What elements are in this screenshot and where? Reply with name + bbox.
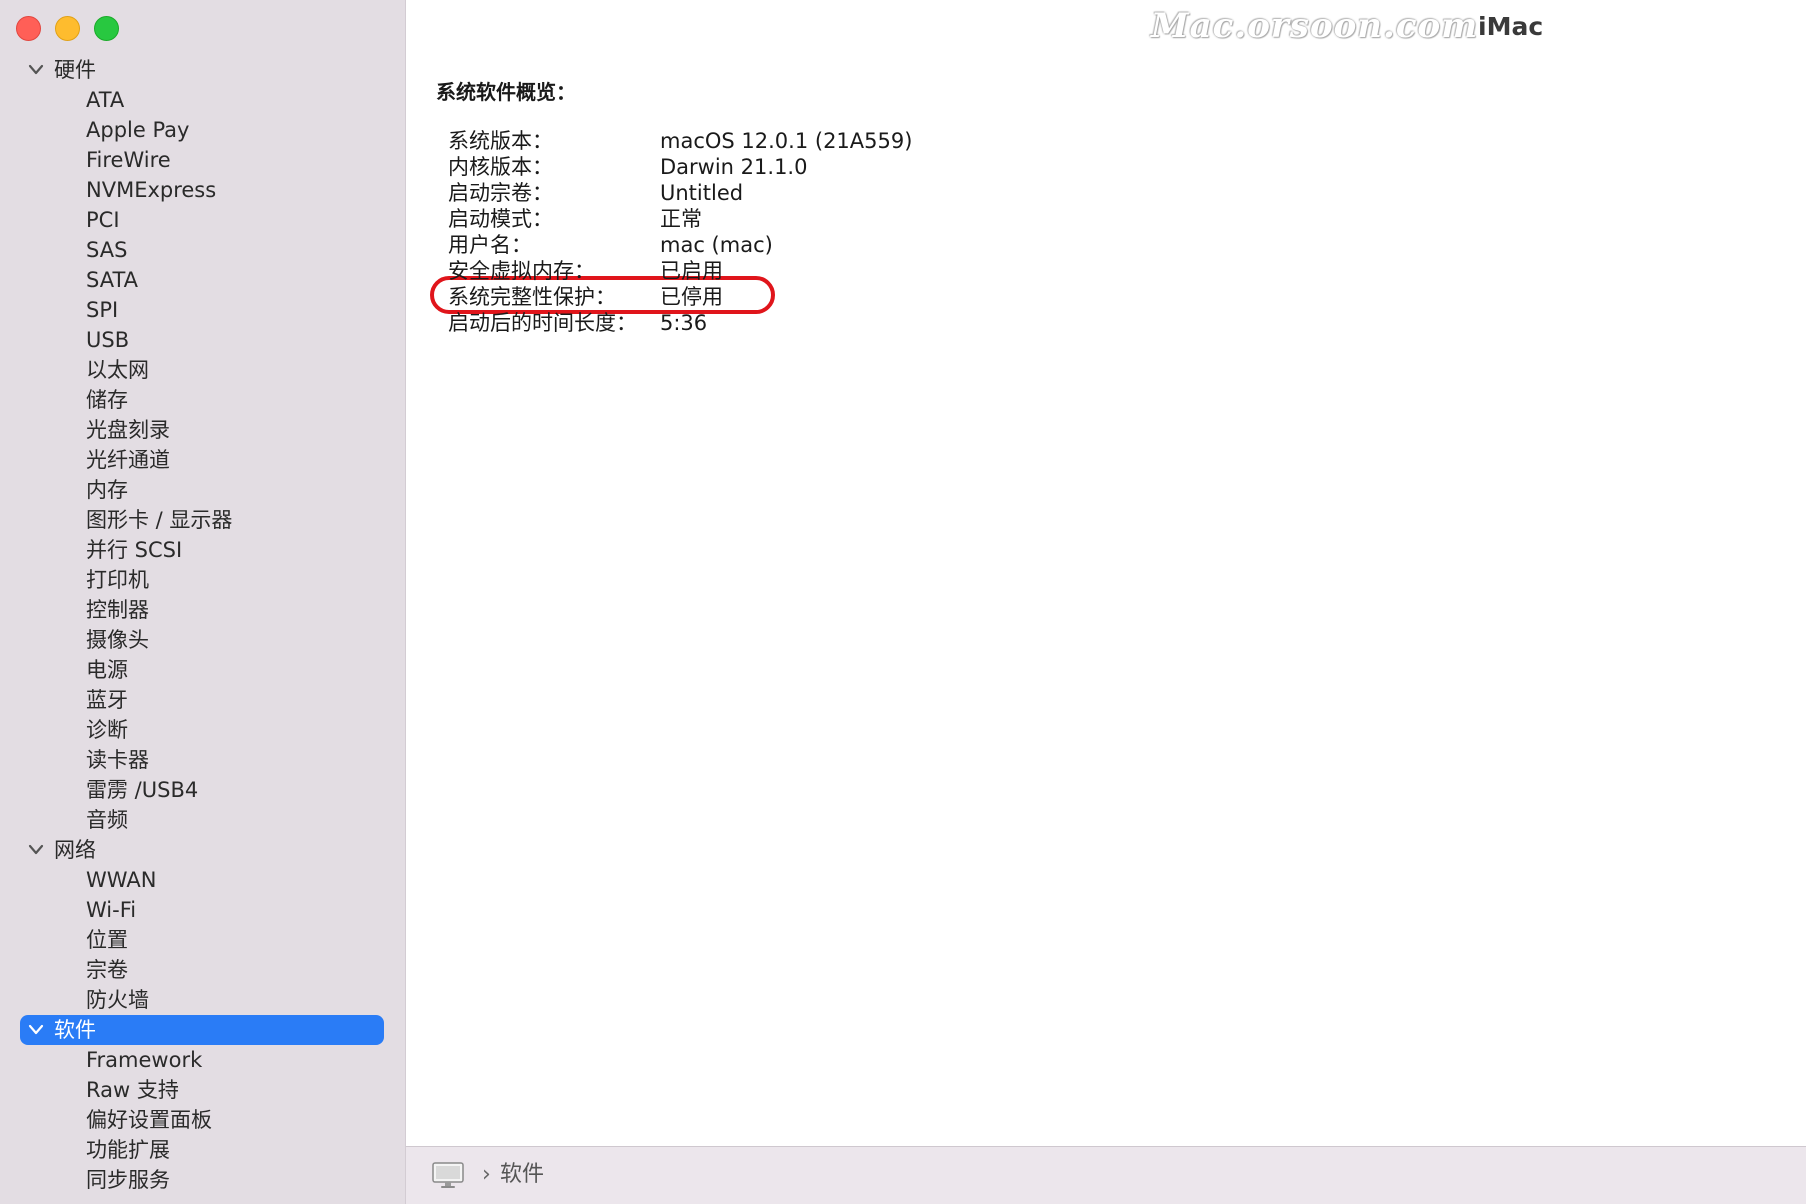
sidebar-item[interactable]: FireWire (0, 145, 405, 175)
info-label: 内核版本： (448, 155, 553, 179)
close-button[interactable] (16, 16, 41, 41)
sidebar-item[interactable]: ATA (0, 85, 405, 115)
breadcrumb-item-software[interactable]: 软件 (500, 1161, 544, 1189)
sidebar-item[interactable]: 宗卷 (0, 955, 405, 985)
info-value: Untitled (660, 181, 744, 205)
section-title: 系统软件概览： (436, 80, 576, 104)
info-label: 启动模式： (448, 207, 553, 231)
sidebar: 硬件 ATA Apple Pay FireWire NVMExpress PCI SAS SA… (0, 0, 406, 1204)
info-value: macOS 12.0.1 (21A559) (660, 129, 913, 153)
path-bar: › 软件 (406, 1146, 1806, 1204)
sidebar-item[interactable]: Framework (0, 1045, 405, 1075)
sidebar-item[interactable]: 诊断 (0, 715, 405, 745)
sidebar-item[interactable]: SPI (0, 295, 405, 325)
minimize-button[interactable] (55, 16, 80, 41)
info-label: 安全虚拟内存： (448, 259, 595, 283)
window-title: iMac (1478, 12, 1544, 41)
sidebar-item[interactable]: 光盘刻录 (0, 415, 405, 445)
sidebar-item[interactable]: 电源 (0, 655, 405, 685)
sidebar-item[interactable]: 蓝牙 (0, 685, 405, 715)
system-information-window: 硬件 ATA Apple Pay FireWire NVMExpress PCI SAS SA… (0, 0, 1806, 1204)
sidebar-item[interactable]: SAS (0, 235, 405, 265)
sidebar-item[interactable]: 光纤通道 (0, 445, 405, 475)
chevron-down-icon[interactable] (26, 835, 46, 865)
sidebar-item[interactable]: 控制器 (0, 595, 405, 625)
chevron-down-icon[interactable] (26, 55, 46, 85)
sidebar-list: 硬件 ATA Apple Pay FireWire NVMExpress PCI SAS SA… (0, 55, 405, 1195)
sidebar-group-label: 硬件 (54, 58, 96, 82)
sidebar-item[interactable]: 偏好设置面板 (0, 1105, 405, 1135)
sidebar-item[interactable]: Raw 支持 (0, 1075, 405, 1105)
detail-pane: 系统软件概览： 系统版本： macOS 12.0.1 (21A559) 内核版本： D… (406, 56, 1806, 1146)
sidebar-item[interactable]: 打印机 (0, 565, 405, 595)
info-label: 系统完整性保护： (448, 285, 616, 309)
info-label: 用户名： (448, 233, 532, 257)
sidebar-item[interactable]: USB (0, 325, 405, 355)
chevron-down-icon[interactable] (26, 1015, 46, 1045)
sidebar-item[interactable]: 并行 SCSI (0, 535, 405, 565)
sidebar-item[interactable]: NVMExpress (0, 175, 405, 205)
sidebar-item[interactable]: 图形卡 / 显示器 (0, 505, 405, 535)
info-label: 启动宗卷： (448, 181, 553, 205)
info-value: 5:36 (660, 311, 708, 335)
sidebar-item[interactable]: 雷雳 /USB4 (0, 775, 405, 805)
sidebar-item[interactable]: PCI (0, 205, 405, 235)
sidebar-item[interactable]: Apple Pay (0, 115, 405, 145)
sidebar-group-label: 网络 (54, 838, 96, 862)
sidebar-item[interactable]: 储存 (0, 385, 405, 415)
sidebar-item[interactable]: 位置 (0, 925, 405, 955)
sidebar-item[interactable]: WWAN (0, 865, 405, 895)
info-label: 启动后的时间长度： (448, 311, 637, 335)
info-value: 已启用 (660, 259, 723, 283)
sidebar-item[interactable]: 读卡器 (0, 745, 405, 775)
sidebar-item[interactable]: 音频 (0, 805, 405, 835)
sidebar-item[interactable]: 以太网 (0, 355, 405, 385)
sidebar-group-1[interactable]: 网络 (0, 835, 405, 865)
info-value: mac (mac) (660, 233, 773, 257)
info-value: 已停用 (660, 285, 723, 309)
sidebar-group-0[interactable]: 硬件 (0, 55, 405, 85)
title-bar: Mac.orsoon.com iMac (406, 0, 1806, 56)
info-value: Darwin 21.1.0 (660, 155, 808, 179)
info-value: 正常 (660, 207, 702, 231)
sidebar-item[interactable]: SATA (0, 265, 405, 295)
breadcrumb-separator: › (482, 1162, 491, 1187)
sidebar-group-2[interactable]: 软件 (0, 1015, 405, 1045)
sidebar-item[interactable]: Wi-Fi (0, 895, 405, 925)
sidebar-item[interactable]: 内存 (0, 475, 405, 505)
sidebar-item[interactable]: 同步服务 (0, 1165, 405, 1195)
zoom-button[interactable] (94, 16, 119, 41)
watermark: Mac.orsoon.com (1151, 6, 1479, 46)
sidebar-item[interactable]: 摄像头 (0, 625, 405, 655)
sidebar-item[interactable]: 防火墙 (0, 985, 405, 1015)
info-label: 系统版本： (448, 129, 553, 153)
computer-icon[interactable] (432, 1161, 464, 1195)
sidebar-group-label: 软件 (54, 1018, 96, 1042)
sidebar-item[interactable]: 功能扩展 (0, 1135, 405, 1165)
